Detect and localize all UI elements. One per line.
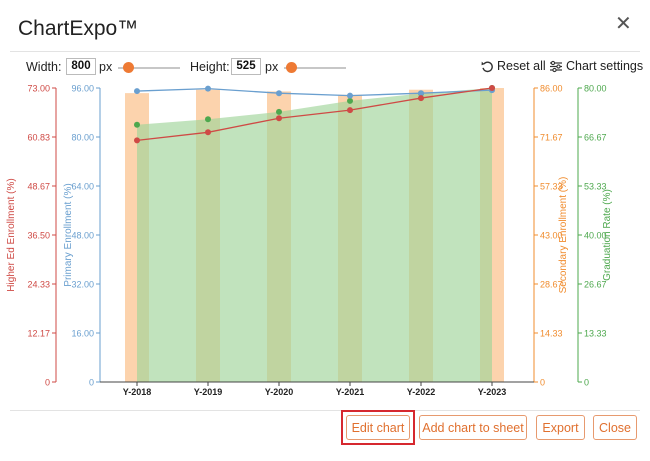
reset-all-button[interactable]: Reset all	[481, 59, 546, 73]
higher_ed-point	[134, 137, 140, 144]
height-label: Height:	[190, 60, 230, 74]
reset-all-label: Reset all	[497, 59, 546, 73]
primary-point	[276, 90, 282, 97]
add-chart-to-sheet-button[interactable]: Add chart to sheet	[419, 415, 527, 440]
graduation-area	[137, 88, 492, 382]
graduation-axis-title: Graduation Rate (%)	[602, 189, 613, 281]
secondary-tick-label: 0	[540, 378, 545, 388]
chart-dialog: ChartExpo™ ✕ Width: px Height: px Reset …	[0, 0, 650, 461]
higher_ed-tick-label: 36.50	[27, 231, 50, 241]
higher_ed-point	[347, 107, 353, 114]
higher_ed-point	[205, 129, 211, 136]
width-label: Width:	[26, 60, 62, 74]
graduation-tick-label: 80.00	[584, 84, 607, 94]
chart-settings-label: Chart settings	[566, 59, 644, 73]
settings-sliders-icon	[550, 60, 562, 72]
primary-tick-label: 80.00	[71, 133, 94, 143]
chart-area: 0 12.17 24.33 36.50 48.67 60.83 73.00 Higher Ed…	[0, 82, 650, 407]
primary-tick-label: 48.00	[71, 231, 94, 241]
close-button[interactable]: Close	[593, 415, 637, 440]
higher_ed-point	[489, 85, 495, 91]
higher_ed-tick-label: 0	[45, 378, 50, 388]
x-tick-label: Y-2020	[265, 387, 294, 397]
size-toolbar: Width: px Height: px Reset all	[0, 56, 650, 80]
dialog-title: ChartExpo™	[18, 17, 139, 40]
x-tick-label: Y-2021	[336, 387, 365, 397]
higher_ed-point	[276, 115, 282, 122]
export-button[interactable]: Export	[536, 415, 585, 440]
chart-settings-button[interactable]: Chart settings	[549, 59, 643, 73]
graduation-tick-label: 0	[584, 378, 589, 388]
higher_ed-axis-title: Higher Ed Enrollment (%)	[6, 178, 17, 291]
primary-tick-label: 16.00	[71, 329, 94, 339]
close-icon[interactable]: ✕	[615, 14, 632, 34]
graduation-tick-label: 13.33	[584, 329, 607, 339]
graduation-tick-label: 66.67	[584, 133, 607, 143]
x-tick-label: Y-2019	[194, 387, 223, 397]
footer-divider	[10, 410, 640, 411]
x-tick-label: Y-2023	[478, 387, 507, 397]
primary-axis-title: Primary Enrollment (%)	[63, 183, 74, 286]
graduation-point	[276, 108, 282, 115]
primary-tick-label: 0	[89, 378, 94, 388]
higher_ed-tick-label: 12.17	[27, 329, 50, 339]
higher_ed-tick-label: 24.33	[27, 280, 50, 290]
primary-tick-label: 64.00	[71, 182, 94, 192]
secondary-tick-label: 14.33	[540, 329, 563, 339]
width-unit: px	[99, 60, 113, 74]
higher_ed-point	[418, 95, 424, 102]
primary-point	[134, 88, 140, 95]
graduation-point	[205, 116, 211, 123]
primary-point	[205, 85, 211, 92]
higher_ed-tick-label: 73.00	[27, 84, 50, 94]
x-tick-label: Y-2022	[407, 387, 436, 397]
combo-chart: 0 12.17 24.33 36.50 48.67 60.83 73.00 Higher Ed…	[6, 84, 613, 398]
graduation-point	[347, 97, 353, 104]
higher_ed-tick-label: 48.67	[27, 182, 50, 192]
width-input[interactable]	[66, 58, 96, 75]
height-input[interactable]	[231, 58, 261, 75]
higher_ed-tick-label: 60.83	[27, 133, 50, 143]
secondary-tick-label: 71.67	[540, 133, 563, 143]
secondary-tick-label: 86.00	[540, 84, 563, 94]
reset-icon	[481, 61, 493, 72]
height-slider-knob[interactable]	[286, 62, 297, 73]
edit-chart-highlight	[341, 410, 415, 445]
header-divider	[10, 51, 640, 52]
primary-tick-label: 32.00	[71, 280, 94, 290]
height-unit: px	[265, 60, 279, 74]
secondary-axis-title: Secondary Enrollment (%)	[558, 177, 569, 294]
x-tick-label: Y-2018	[123, 387, 152, 397]
primary-tick-label: 96.00	[71, 84, 94, 94]
width-slider-knob[interactable]	[123, 62, 134, 73]
primary-point	[347, 92, 353, 99]
graduation-point	[134, 121, 140, 128]
